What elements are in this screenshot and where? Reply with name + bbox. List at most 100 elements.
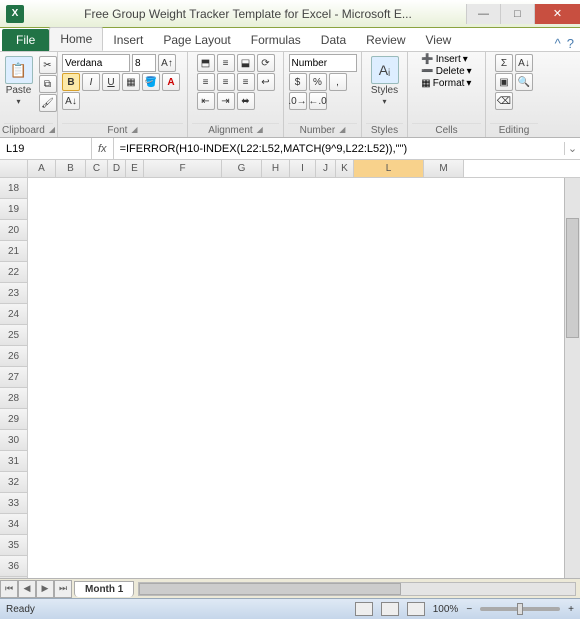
col-header-K[interactable]: K [336,160,354,177]
row-header-19[interactable]: 19 [0,199,27,220]
increase-decimal-button[interactable]: .0→ [289,92,307,110]
row-header-25[interactable]: 25 [0,325,27,346]
close-button[interactable]: ✕ [534,4,580,24]
row-header-24[interactable]: 24 [0,304,27,325]
row-header-31[interactable]: 31 [0,451,27,472]
align-bottom-button[interactable]: ⬓ [237,54,255,72]
row-header-26[interactable]: 26 [0,346,27,367]
autosum-button[interactable]: Σ [495,54,513,72]
italic-button[interactable]: I [82,73,100,91]
cut-button[interactable]: ✂ [39,56,57,74]
increase-indent-button[interactable]: ⇥ [217,92,235,110]
col-header-E[interactable]: E [126,160,144,177]
row-header-32[interactable]: 32 [0,472,27,493]
zoom-out-button[interactable]: − [466,604,472,615]
minimize-button[interactable]: — [466,4,500,24]
styles-button[interactable]: Aᵢ Styles ▾ [367,54,403,108]
col-header-I[interactable]: I [290,160,316,177]
col-header-A[interactable]: A [28,160,56,177]
zoom-level[interactable]: 100% [433,604,459,615]
maximize-button[interactable]: □ [500,4,534,24]
tab-page-layout[interactable]: Page Layout [153,29,240,51]
tab-view[interactable]: View [416,29,462,51]
format-painter-button[interactable]: 🖌 [39,94,57,112]
clear-button[interactable]: ⌫ [495,92,513,110]
tab-insert[interactable]: Insert [103,29,153,51]
fill-color-button[interactable]: 🪣 [142,73,160,91]
formula-input[interactable]: =IFERROR(H10-INDEX(L22:L52,MATCH(9^9,L22… [114,143,564,155]
sheet-nav-prev[interactable]: ◀ [18,580,36,598]
row-header-33[interactable]: 33 [0,493,27,514]
fill-button[interactable]: ▣ [495,73,513,91]
font-dialog-icon[interactable]: ◢ [131,125,137,136]
ribbon-minimize-icon[interactable]: ^ [555,36,561,51]
tab-formulas[interactable]: Formulas [241,29,311,51]
zoom-in-button[interactable]: + [568,604,574,615]
zoom-slider[interactable] [480,607,560,611]
col-header-J[interactable]: J [316,160,336,177]
row-header-22[interactable]: 22 [0,262,27,283]
col-header-H[interactable]: H [262,160,290,177]
percent-button[interactable]: % [309,73,327,91]
underline-button[interactable]: U [102,73,120,91]
col-header-L[interactable]: L [354,160,424,177]
vertical-scrollbar[interactable] [564,178,580,578]
sheet-nav-next[interactable]: ▶ [36,580,54,598]
wrap-text-button[interactable]: ↩ [257,73,275,91]
sheet-nav-last[interactable]: ⏭ [54,580,72,598]
row-header-29[interactable]: 29 [0,409,27,430]
tab-review[interactable]: Review [356,29,415,51]
tab-file[interactable]: File [2,29,49,51]
clipboard-dialog-icon[interactable]: ◢ [49,125,55,136]
font-size-input[interactable] [132,54,156,72]
accounting-button[interactable]: $ [289,73,307,91]
number-dialog-icon[interactable]: ◢ [339,125,345,136]
align-top-button[interactable]: ⬒ [197,54,215,72]
name-box[interactable]: L19 [0,138,92,159]
format-cells-button[interactable]: ▦Format ▾ [421,78,471,89]
page-break-view-button[interactable] [407,602,425,616]
alignment-dialog-icon[interactable]: ◢ [257,125,263,136]
tab-data[interactable]: Data [311,29,356,51]
bold-button[interactable]: B [62,73,80,91]
col-header-M[interactable]: M [424,160,464,177]
sheet-nav-first[interactable]: ⏮ [0,580,18,598]
page-layout-view-button[interactable] [381,602,399,616]
comma-button[interactable]: , [329,73,347,91]
row-header-23[interactable]: 23 [0,283,27,304]
align-right-button[interactable]: ≡ [237,73,255,91]
font-name-input[interactable] [62,54,130,72]
horizontal-scrollbar[interactable] [138,582,576,596]
sheet-tab-month-1[interactable]: Month 1 [74,581,134,597]
col-header-B[interactable]: B [56,160,86,177]
align-center-button[interactable]: ≡ [217,73,235,91]
find-button[interactable]: 🔍 [515,73,533,91]
col-header-D[interactable]: D [108,160,126,177]
row-header-21[interactable]: 21 [0,241,27,262]
increase-font-button[interactable]: A↑ [158,54,176,72]
delete-cells-button[interactable]: ➖Delete ▾ [421,66,471,77]
horizontal-scroll-thumb[interactable] [139,583,400,595]
decrease-font-button[interactable]: A↓ [62,92,80,110]
vertical-scroll-thumb[interactable] [566,218,579,338]
paste-button[interactable]: 📋 Paste ▾ [1,54,37,108]
font-color-button[interactable]: A [162,73,180,91]
tab-home[interactable]: Home [49,27,103,51]
row-header-36[interactable]: 36 [0,556,27,577]
row-header-34[interactable]: 34 [0,514,27,535]
align-middle-button[interactable]: ≡ [217,54,235,72]
orientation-button[interactable]: ⟳ [257,54,275,72]
sort-button[interactable]: A↓ [515,54,533,72]
row-header-30[interactable]: 30 [0,430,27,451]
row-header-35[interactable]: 35 [0,535,27,556]
help-icon[interactable]: ? [567,36,574,51]
align-left-button[interactable]: ≡ [197,73,215,91]
col-header-C[interactable]: C [86,160,108,177]
row-header-18[interactable]: 18 [0,178,27,199]
copy-button[interactable]: ⧉ [39,75,57,93]
border-button[interactable]: ▦ [122,73,140,91]
insert-cells-button[interactable]: ➕Insert ▾ [421,54,468,65]
col-header-F[interactable]: F [144,160,222,177]
normal-view-button[interactable] [355,602,373,616]
merge-button[interactable]: ⬌ [237,92,255,110]
